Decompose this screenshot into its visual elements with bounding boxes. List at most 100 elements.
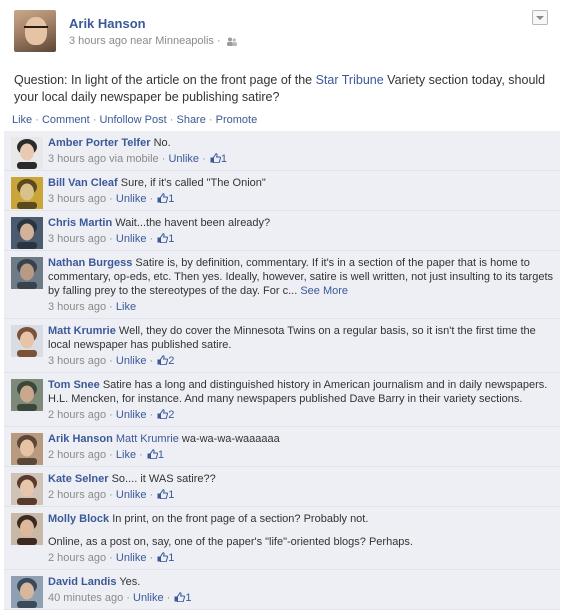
commenter-avatar[interactable] [11,473,43,505]
comment-timestamp[interactable]: 3 hours ago [48,193,106,205]
comment-link[interactable]: Comment [42,114,90,126]
commenter-name[interactable]: Molly Block [48,513,109,525]
comment-item: Tom Snee Satire has a long and distingui… [4,373,560,427]
comment-text: In print, on the front page of a section… [112,513,369,525]
post-meta: 3 hours ago near Minneapolis · [69,35,237,47]
comment-timestamp[interactable]: 3 hours ago [48,355,106,367]
comment-timestamp[interactable]: 2 hours ago [48,489,106,501]
comment-timestamp[interactable]: 2 hours ago [48,449,106,461]
commenter-name[interactable]: Kate Selner [48,473,109,485]
unlike-comment-link[interactable]: Unlike [116,233,147,245]
commenter-name[interactable]: Tom Snee [48,379,100,391]
comment-timestamp[interactable]: 3 hours ago via mobile [48,153,159,165]
commenter-avatar[interactable] [11,137,43,169]
commenter-name[interactable]: David Landis [48,576,116,588]
comment-meta: 3 hours ago · Like [48,301,137,313]
comment-timestamp[interactable]: 3 hours ago [48,301,106,313]
author-avatar[interactable] [14,10,56,52]
comment-meta: 2 hours ago · Like · 1 [48,449,164,461]
like-comment-link[interactable]: Like [116,301,136,313]
comment-item: Bill Van Cleaf Sure, if it's called "The… [4,171,560,211]
like-count[interactable]: 1 [158,449,164,461]
comment-text: Yes. [119,576,141,588]
unlike-comment-link[interactable]: Unlike [116,552,147,564]
comment-text: wa-wa-wa-waaaaaa [181,433,280,445]
commenter-name[interactable]: Nathan Burgess [48,257,132,269]
like-count[interactable]: 2 [168,409,174,421]
tagged-user-link[interactable]: Matt Krumrie [116,433,179,445]
comment-item: David Landis Yes. 40 minutes ago · Unlike… [4,570,560,610]
comment-text: Sure, if it's called "The Onion" [120,177,266,189]
comment-item: Amber Porter Telfer No. 3 hours ago via m… [4,131,560,171]
commenter-avatar[interactable] [11,576,43,608]
commenter-avatar[interactable] [11,217,43,249]
like-count[interactable]: 1 [185,592,191,604]
like-count[interactable]: 1 [168,193,174,205]
commenter-name[interactable]: Amber Porter Telfer [48,137,151,149]
unfollow-post-link[interactable]: Unfollow Post [99,114,166,126]
commenter-avatar[interactable] [11,325,43,357]
thumbs-up-icon[interactable] [157,552,169,562]
star-tribune-link[interactable]: Star Tribune [316,73,384,87]
commenter-avatar[interactable] [11,257,43,289]
thumbs-up-icon[interactable] [157,193,169,203]
comment-text: So.... it WAS satire?? [111,473,216,485]
thumbs-up-icon[interactable] [157,233,169,243]
commenter-avatar[interactable] [11,513,43,545]
unlike-comment-link[interactable]: Unlike [116,409,147,421]
comment-timestamp[interactable]: 2 hours ago [48,409,106,421]
thumbs-up-icon[interactable] [174,592,186,602]
comment-item: Arik Hanson Matt Krumrie wa-wa-wa-waaaaa… [4,427,560,467]
comment-meta: 3 hours ago · Unlike · 1 [48,233,175,245]
comment-meta: 2 hours ago · Unlike · 1 [48,552,175,564]
commenter-name[interactable]: Arik Hanson [48,433,113,445]
comments-list: Amber Porter Telfer No. 3 hours ago via m… [4,131,560,610]
commenter-name[interactable]: Chris Martin [48,217,112,229]
author-name[interactable]: Arik Hanson [69,16,146,31]
like-comment-link[interactable]: Like [116,449,136,461]
promote-link[interactable]: Promote [216,114,258,126]
comment-meta: 40 minutes ago · Unlike · 1 [48,592,192,604]
unlike-comment-link[interactable]: Unlike [168,153,199,165]
like-count[interactable]: 1 [168,552,174,564]
comment-item: Kate Selner So.... it WAS satire?? 2 hour… [4,467,560,507]
thumbs-up-icon[interactable] [157,489,169,499]
commenter-name[interactable]: Bill Van Cleaf [48,177,118,189]
comment-meta: 2 hours ago · Unlike · 2 [48,409,175,421]
thumbs-up-icon[interactable] [157,355,169,365]
comment-text: Wait...the havent been already? [115,217,271,229]
comment-text: No. [153,137,171,149]
thumbs-up-icon[interactable] [210,153,221,163]
comment-text-paragraph: Online, as a post on, say, one of the pa… [48,536,413,548]
post-header: Arik Hanson 3 hours ago near Minneapolis… [0,0,564,64]
comment-timestamp[interactable]: 3 hours ago [48,233,106,245]
comment-text: Well, they do cover the Minnesota Twins … [48,325,536,351]
unlike-comment-link[interactable]: Unlike [116,355,147,367]
like-count[interactable]: 2 [168,355,174,367]
like-count[interactable]: 1 [168,233,174,245]
thumbs-up-icon[interactable] [157,409,169,419]
unlike-comment-link[interactable]: Unlike [116,489,147,501]
comment-item: Chris Martin Wait...the havent been alre… [4,211,560,251]
unlike-comment-link[interactable]: Unlike [116,193,147,205]
see-more-link[interactable]: See More [300,285,348,297]
commenter-name[interactable]: Matt Krumrie [48,325,116,337]
comment-meta: 3 hours ago via mobile · Unlike · 1 [48,153,227,165]
thumbs-up-icon[interactable] [147,449,158,459]
friends-icon[interactable] [226,37,237,46]
comment-item: Nathan Burgess Satire is, by definition,… [4,251,560,319]
unlike-comment-link[interactable]: Unlike [133,592,164,604]
comment-timestamp[interactable]: 40 minutes ago [48,592,123,604]
commenter-avatar[interactable] [11,433,43,465]
comment-item: Matt Krumrie Well, they do cover the Min… [4,319,560,373]
commenter-avatar[interactable] [11,379,43,411]
like-post-link[interactable]: Like [12,114,32,126]
like-count[interactable]: 1 [168,489,174,501]
chevron-down-icon[interactable] [532,10,548,25]
comment-timestamp[interactable]: 2 hours ago [48,552,106,564]
post-timestamp[interactable]: 3 hours ago near Minneapolis · [69,35,221,47]
comment-meta: 2 hours ago · Unlike · 1 [48,489,175,501]
share-link[interactable]: Share [176,114,205,126]
like-count[interactable]: 1 [221,153,227,165]
commenter-avatar[interactable] [11,177,43,209]
